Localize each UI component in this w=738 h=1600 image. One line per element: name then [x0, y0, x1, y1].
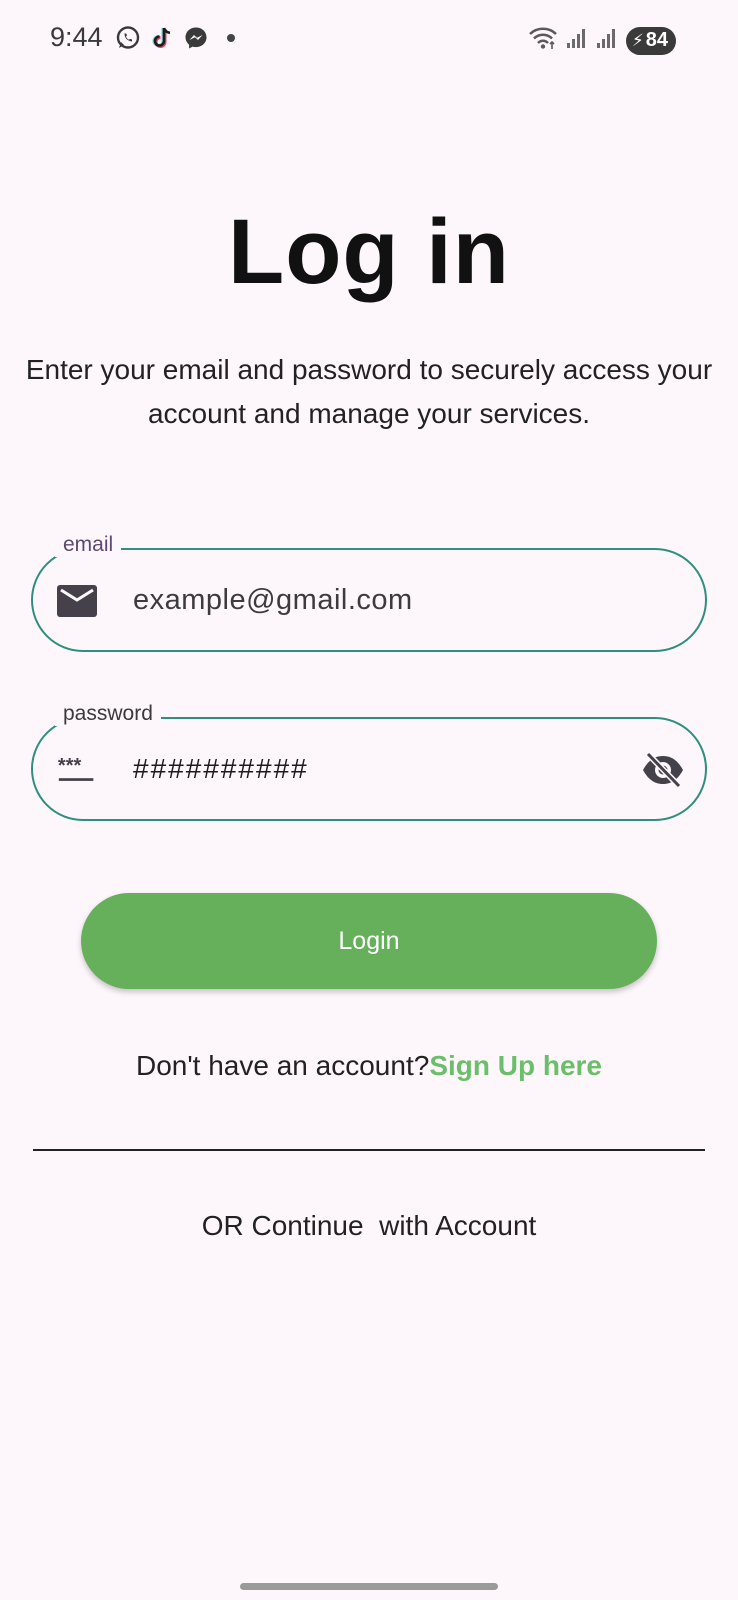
wifi-icon: [528, 26, 558, 55]
home-indicator[interactable]: [240, 1583, 498, 1590]
signal-icon-2: [596, 27, 618, 54]
signup-row: Don't have an account?Sign Up here: [0, 1050, 738, 1082]
battery-level: 84: [645, 29, 668, 51]
divider: [33, 1149, 705, 1151]
password-input[interactable]: [133, 719, 613, 819]
signup-prompt: Don't have an account?: [135, 1050, 430, 1081]
messenger-icon: [183, 25, 209, 51]
email-field[interactable]: email: [31, 533, 707, 652]
signup-link[interactable]: Sign Up here: [429, 1050, 602, 1081]
more-notifications-dot: [226, 33, 235, 42]
page-subtitle: Enter your email and password to securel…: [25, 354, 713, 429]
charging-icon: ⚡: [631, 30, 644, 50]
email-input[interactable]: [133, 550, 613, 650]
email-field-label: email: [55, 533, 122, 557]
whatsapp-icon: [115, 25, 141, 51]
password-icon: ***: [57, 753, 97, 787]
login-button[interactable]: Login: [81, 893, 657, 989]
status-bar: 9:44 ⚡ 84: [0, 0, 738, 84]
svg-text:***: ***: [58, 755, 82, 777]
page-title: Log in: [228, 201, 510, 303]
password-field[interactable]: password ***: [31, 702, 707, 821]
status-time: 9:44: [50, 22, 103, 52]
status-left: 9:44: [50, 22, 235, 53]
mail-icon: [57, 584, 97, 618]
status-right: ⚡ 84: [528, 26, 676, 55]
continue-with-account-text: OR Continue with Account: [201, 1210, 537, 1241]
visibility-off-icon[interactable]: [641, 751, 685, 789]
signal-icon-1: [566, 27, 588, 54]
battery-indicator: ⚡ 84: [625, 26, 676, 55]
tiktok-icon: [149, 25, 175, 51]
